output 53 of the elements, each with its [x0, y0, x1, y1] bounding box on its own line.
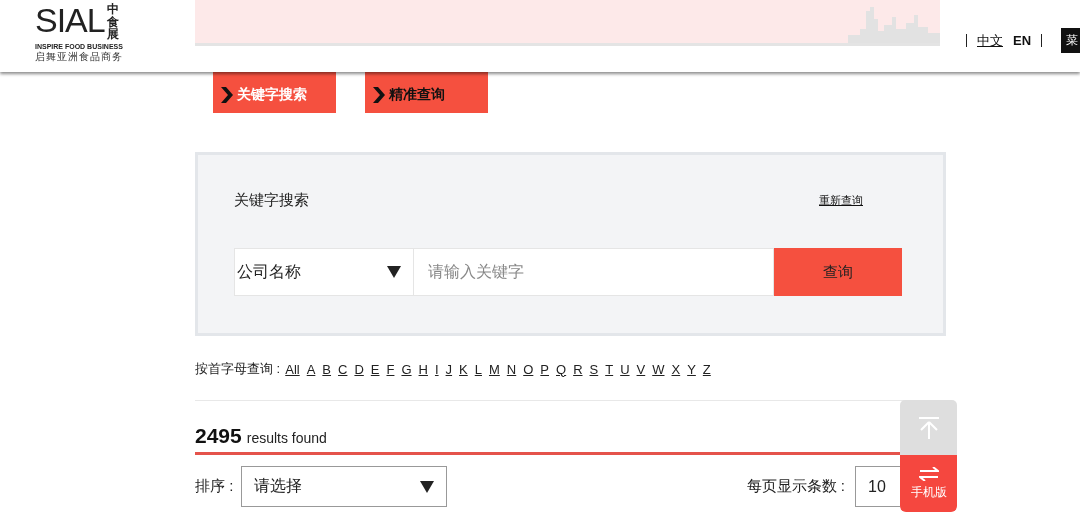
letter-link[interactable]: B — [322, 361, 332, 377]
back-to-top-button[interactable] — [900, 400, 957, 455]
letter-link[interactable]: W — [652, 361, 665, 377]
letter-link[interactable]: K — [459, 361, 468, 377]
letter-link[interactable]: I — [434, 361, 439, 377]
letter-link[interactable]: A — [306, 361, 316, 377]
letter-filter-label: 按首字母查询 : — [195, 360, 281, 378]
chevron-icon — [221, 86, 233, 103]
search-tab[interactable]: 精准查询 — [365, 72, 488, 113]
sort-label: 排序 : — [195, 477, 234, 496]
letter-link[interactable]: H — [418, 361, 428, 377]
letter-link[interactable]: J — [445, 361, 453, 377]
sort-select[interactable]: 请选择 — [241, 466, 448, 507]
letter-link[interactable]: F — [386, 361, 395, 377]
chevron-icon — [373, 86, 385, 103]
letter-link[interactable]: O — [523, 361, 534, 377]
results-count: 2495 — [195, 424, 242, 448]
letter-link[interactable]: M — [489, 361, 500, 377]
search-button[interactable]: 查询 — [774, 248, 902, 296]
swap-icon — [918, 466, 939, 481]
letter-link[interactable]: R — [573, 361, 583, 377]
letter-link[interactable]: C — [338, 361, 348, 377]
letter-link[interactable]: L — [474, 361, 482, 377]
keyword-input[interactable]: 请输入关键字 — [414, 248, 774, 296]
logo-wordmark: SIAL — [35, 3, 105, 37]
results-label: results found — [246, 430, 327, 446]
logo-cn-tagline: 启舞亚洲食品商务 — [35, 49, 124, 64]
panel-title: 关键字搜索 — [234, 191, 309, 210]
language-link[interactable]: 中文 — [977, 31, 1003, 50]
mobile-version-button[interactable]: 手机版 — [900, 455, 957, 512]
letter-link[interactable]: P — [540, 361, 549, 377]
reset-link[interactable]: 重新查询 — [819, 193, 863, 208]
letter-link[interactable]: Y — [687, 361, 696, 377]
letter-link[interactable]: U — [620, 361, 630, 377]
letter-link[interactable]: Z — [702, 361, 711, 377]
letter-link[interactable]: T — [605, 361, 614, 377]
logo-cn-mark: 中食展 — [106, 3, 119, 41]
letter-link[interactable]: V — [636, 361, 646, 377]
caret-icon — [387, 266, 401, 278]
field-select[interactable]: 公司名称 — [234, 248, 414, 296]
language-link[interactable]: EN — [1013, 33, 1032, 48]
letter-link[interactable]: E — [370, 361, 380, 377]
letter-link[interactable]: Q — [556, 361, 567, 377]
letter-link[interactable]: G — [401, 361, 412, 377]
arrow-up-icon — [918, 416, 939, 439]
menu-button[interactable]: 菜 — [1061, 28, 1080, 53]
letter-link[interactable]: X — [671, 361, 681, 377]
letter-link[interactable]: All — [285, 361, 300, 377]
caret-icon — [420, 480, 435, 493]
letter-link[interactable]: S — [589, 361, 599, 377]
per-page-label: 每页显示条数 : — [746, 477, 845, 496]
letter-link[interactable]: N — [506, 361, 517, 377]
letter-link[interactable]: D — [354, 361, 364, 377]
